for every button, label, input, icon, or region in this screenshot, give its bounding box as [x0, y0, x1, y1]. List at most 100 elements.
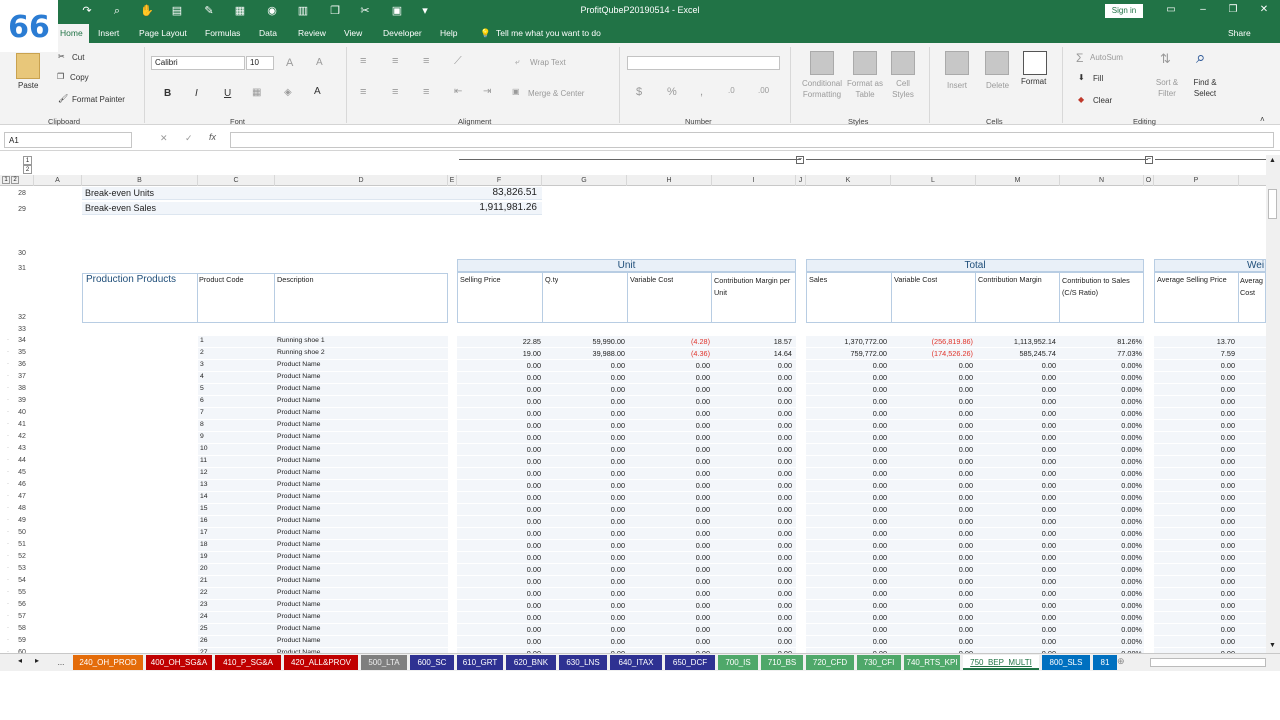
contribution-sales-cell[interactable]: 0.00%	[1062, 601, 1142, 610]
contribution-margin-cell[interactable]: 0.00	[978, 373, 1056, 382]
variable-cost-cell[interactable]: 0.00	[630, 445, 710, 454]
contribution-margin-cell[interactable]: 0.00	[978, 481, 1056, 490]
contribution-sales-cell[interactable]: 0.00%	[1062, 565, 1142, 574]
contribution-margin-unit-cell[interactable]: 0.00	[714, 373, 792, 382]
selling-price-cell[interactable]: 0.00	[460, 397, 541, 406]
tab-developer[interactable]: Developer	[383, 28, 422, 38]
contribution-margin-unit-cell[interactable]: 0.00	[714, 385, 792, 394]
sheet-tab[interactable]: 750_BEP_MULTI	[963, 655, 1039, 670]
contribution-margin-unit-cell[interactable]: 0.00	[714, 445, 792, 454]
row-number[interactable]: 58	[10, 625, 34, 632]
row-number[interactable]: 28	[10, 190, 34, 197]
variable-cost-cell[interactable]: 0.00	[630, 469, 710, 478]
row-number[interactable]: 48	[10, 505, 34, 512]
contribution-sales-cell[interactable]: 0.00%	[1062, 469, 1142, 478]
contribution-margin-unit-cell[interactable]: 0.00	[714, 409, 792, 418]
variable-cost-total-cell[interactable]: 0.00	[894, 589, 973, 598]
variable-cost-total-cell[interactable]: 0.00	[894, 601, 973, 610]
collapse-group-icon[interactable]: −	[1145, 156, 1153, 164]
share-button[interactable]: Share	[1228, 28, 1251, 38]
cell-styles-icon[interactable]	[891, 51, 915, 75]
qty-cell[interactable]: 0.00	[545, 481, 625, 490]
copy-button[interactable]: Copy	[70, 73, 89, 82]
row-number[interactable]: 34	[10, 337, 34, 344]
variable-cost-cell[interactable]: 0.00	[630, 541, 710, 550]
column-header[interactable]: D	[275, 175, 448, 186]
cut-icon[interactable]: ✂	[58, 52, 65, 61]
variable-cost-cell[interactable]: 0.00	[630, 385, 710, 394]
new-sheet-icon[interactable]: ⊕	[1117, 656, 1125, 667]
average-selling-price-cell[interactable]: 0.00	[1157, 601, 1235, 610]
conditional-formatting-icon[interactable]	[810, 51, 834, 75]
outline-row-level-2[interactable]: 2	[11, 176, 19, 184]
sheet-tab[interactable]: 240_OH_PROD	[73, 655, 143, 670]
product-code-cell[interactable]: 19	[200, 553, 270, 560]
tab-insert[interactable]: Insert	[98, 28, 119, 38]
qty-cell[interactable]: 0.00	[545, 493, 625, 502]
selling-price-cell[interactable]: 0.00	[460, 481, 541, 490]
contribution-margin-cell[interactable]: 0.00	[978, 457, 1056, 466]
product-code-cell[interactable]: 4	[200, 373, 270, 380]
selling-price-cell[interactable]: 0.00	[460, 577, 541, 586]
delete-cells-icon[interactable]	[985, 51, 1009, 75]
product-code-cell[interactable]: 23	[200, 601, 270, 608]
italic-icon[interactable]: I	[195, 88, 198, 99]
selling-price-cell[interactable]: 0.00	[460, 493, 541, 502]
prev-sheet-icon[interactable]: ◂	[18, 656, 22, 665]
variable-cost-total-cell[interactable]: 0.00	[894, 577, 973, 586]
variable-cost-cell[interactable]: 0.00	[630, 421, 710, 430]
average-selling-price-cell[interactable]: 0.00	[1157, 469, 1235, 478]
sales-cell[interactable]: 0.00	[809, 493, 887, 502]
column-header[interactable]: E	[448, 175, 457, 186]
find-select-button[interactable]: Find & Select	[1188, 77, 1222, 99]
selling-price-cell[interactable]: 0.00	[460, 541, 541, 550]
product-code-cell[interactable]: 3	[200, 361, 270, 368]
qty-cell[interactable]: 0.00	[545, 361, 625, 370]
contribution-margin-cell[interactable]: 0.00	[978, 637, 1056, 646]
contribution-margin-unit-cell[interactable]: 0.00	[714, 481, 792, 490]
variable-cost-total-cell[interactable]: 0.00	[894, 565, 973, 574]
selling-price-cell[interactable]: 0.00	[460, 517, 541, 526]
insert-function-icon[interactable]: fx	[209, 132, 216, 142]
sales-cell[interactable]: 0.00	[809, 529, 887, 538]
description-cell[interactable]: Product Name	[277, 493, 442, 500]
product-code-cell[interactable]: 6	[200, 397, 270, 404]
qty-cell[interactable]: 0.00	[545, 469, 625, 478]
sort-filter-button[interactable]: Sort & Filter	[1152, 77, 1182, 99]
contribution-margin-cell[interactable]: 0.00	[978, 385, 1056, 394]
contribution-margin-cell[interactable]: 585,245.74	[978, 349, 1056, 358]
variable-cost-total-cell[interactable]: (256,819.86)	[894, 337, 973, 346]
contribution-margin-cell[interactable]: 0.00	[978, 577, 1056, 586]
description-cell[interactable]: Product Name	[277, 637, 442, 644]
variable-cost-total-cell[interactable]: 0.00	[894, 481, 973, 490]
contribution-sales-cell[interactable]: 0.00%	[1062, 385, 1142, 394]
product-code-cell[interactable]: 12	[200, 469, 270, 476]
worksheet-grid[interactable]: 1 2 A B C D E F G H I J K L M N O P 28 2…	[0, 175, 1266, 653]
product-code-cell[interactable]: 24	[200, 613, 270, 620]
selling-price-cell[interactable]: 0.00	[460, 373, 541, 382]
sheet-tab[interactable]: 650_DCF	[665, 655, 715, 670]
row-number[interactable]: 37	[10, 373, 34, 380]
restore-icon[interactable]: ❐	[1225, 4, 1241, 15]
description-cell[interactable]: Product Name	[277, 577, 442, 584]
tab-help[interactable]: Help	[440, 28, 457, 38]
contribution-sales-cell[interactable]: 0.00%	[1062, 625, 1142, 634]
scroll-thumb[interactable]	[1268, 189, 1277, 219]
paste-icon[interactable]	[16, 53, 40, 79]
delete-button[interactable]: Delete	[986, 81, 1009, 90]
contribution-margin-unit-cell[interactable]: 0.00	[714, 397, 792, 406]
qty-cell[interactable]: 0.00	[545, 421, 625, 430]
insert-cells-icon[interactable]	[945, 51, 969, 75]
product-code-cell[interactable]: 2	[200, 349, 270, 356]
cell-styles-button[interactable]: Cell Styles	[888, 78, 918, 100]
sheet-tab[interactable]: 81	[1093, 655, 1117, 670]
qty-cell[interactable]: 0.00	[545, 505, 625, 514]
qty-cell[interactable]: 0.00	[545, 601, 625, 610]
tab-view[interactable]: View	[344, 28, 362, 38]
tab-formulas[interactable]: Formulas	[205, 28, 240, 38]
selling-price-cell[interactable]: 0.00	[460, 613, 541, 622]
sales-cell[interactable]: 0.00	[809, 457, 887, 466]
product-code-cell[interactable]: 18	[200, 541, 270, 548]
selling-price-cell[interactable]: 0.00	[460, 529, 541, 538]
fill-button[interactable]: Fill	[1093, 74, 1103, 83]
